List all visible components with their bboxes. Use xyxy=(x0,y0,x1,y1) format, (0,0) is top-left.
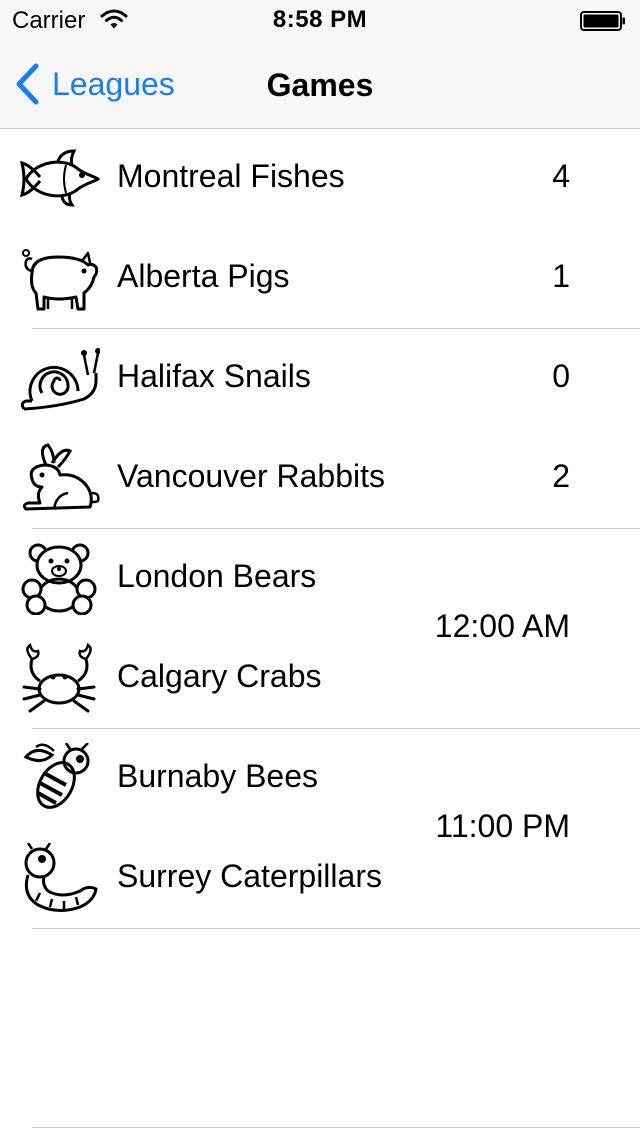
team-score: 0 xyxy=(552,358,570,394)
bear-icon xyxy=(21,543,97,615)
status-time: 8:58 PM xyxy=(272,6,368,33)
snail-icon xyxy=(20,348,100,411)
game-row[interactable]: London Bears Calgary Crabs 12:00 AM xyxy=(0,529,640,729)
crab-icon xyxy=(22,643,96,713)
navigation-bar: Leagues Games xyxy=(0,40,640,129)
team-name: Montreal Fishes xyxy=(117,158,345,194)
top-bar: Carrier 8:58 PM Leagues Games xyxy=(0,0,640,129)
team-name: Burnaby Bees xyxy=(117,758,319,794)
pig-icon xyxy=(22,249,99,311)
team-name: Surrey Caterpillars xyxy=(117,858,382,894)
team-name: Alberta Pigs xyxy=(117,258,290,294)
game-row[interactable]: Montreal Fishes 4 Alberta Pigs 1 xyxy=(0,129,640,329)
bee-icon xyxy=(23,743,90,809)
team-score: 1 xyxy=(552,258,570,294)
team-score: 2 xyxy=(552,458,570,494)
list-bottom-divider xyxy=(32,1127,640,1128)
team-name: Calgary Crabs xyxy=(117,658,322,694)
team-name: London Bears xyxy=(117,558,317,594)
team-score: 4 xyxy=(552,158,570,194)
game-time: 11:00 PM xyxy=(435,808,570,844)
page-title: Games xyxy=(266,67,374,103)
game-row[interactable]: Halifax Snails 0 Vancouver Rabbits 2 xyxy=(0,329,640,529)
battery-icon xyxy=(580,11,625,31)
game-row[interactable]: Burnaby Bees Surrey Caterpillars 11:00 P… xyxy=(0,729,640,929)
status-bar: Carrier 8:58 PM xyxy=(0,0,640,40)
away-team-row: Vancouver Rabbits 2 xyxy=(0,429,640,529)
team-name: Halifax Snails xyxy=(117,358,311,394)
game-time: 12:00 AM xyxy=(434,608,570,644)
home-team-row: Montreal Fishes 4 xyxy=(0,129,640,229)
fish-icon xyxy=(19,149,100,207)
home-team-row: Halifax Snails 0 xyxy=(0,329,640,429)
team-name: Vancouver Rabbits xyxy=(117,458,385,494)
caterpillar-icon xyxy=(24,843,98,912)
games-list: Montreal Fishes 4 Alberta Pigs 1 Halifax… xyxy=(0,129,640,929)
rabbit-icon xyxy=(22,443,100,511)
away-team-row: Alberta Pigs 1 xyxy=(0,229,640,329)
